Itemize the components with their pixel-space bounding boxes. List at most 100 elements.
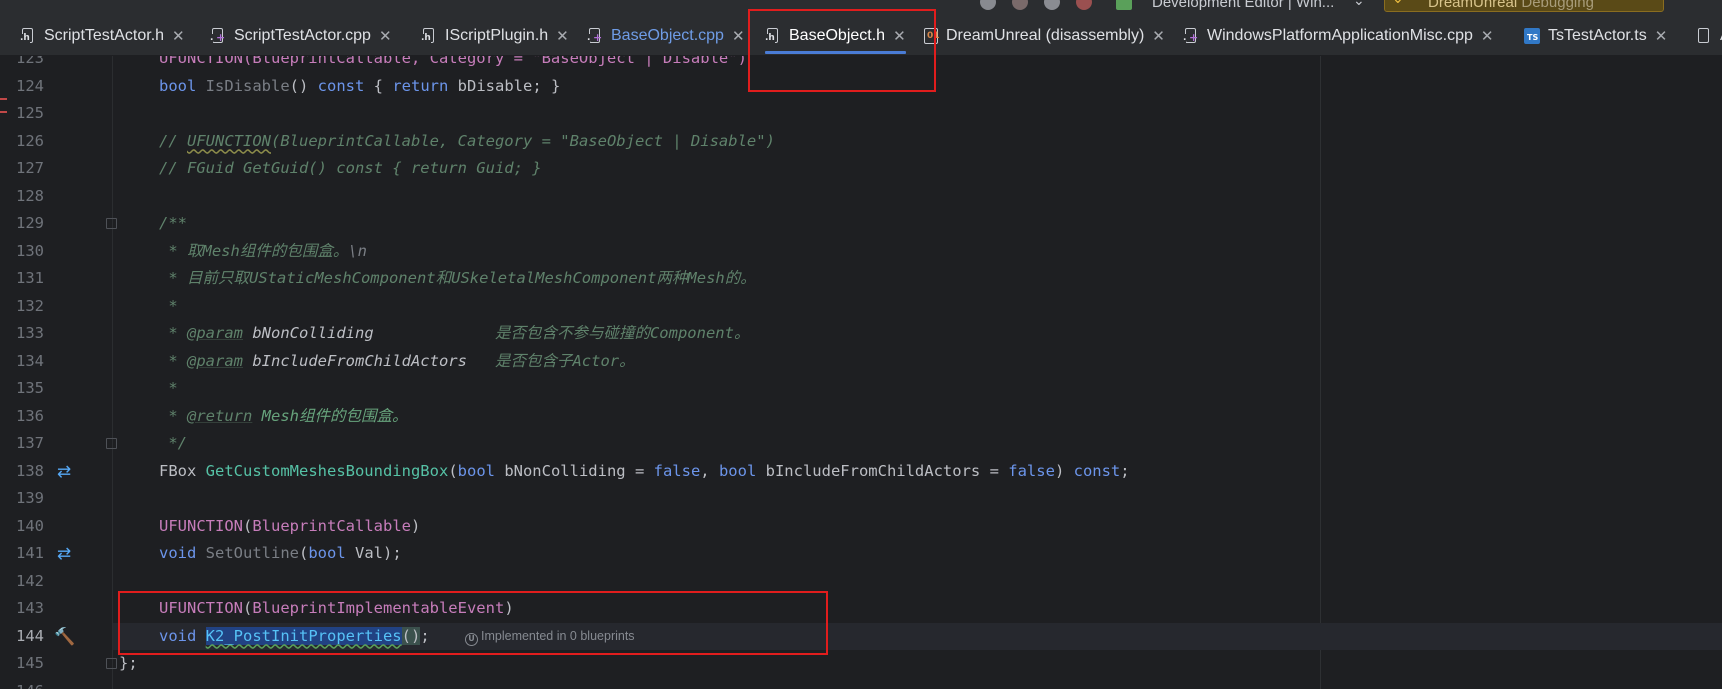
tab-windowsplatformapplicationmisc-cpp[interactable]: . + WindowsPlatformApplicationMisc.cpp ✕ (1183, 16, 1494, 55)
code-line: 146 (0, 678, 1722, 689)
tab-label: DreamUnreal (disassembly) (946, 27, 1145, 44)
line-number: 127 (16, 159, 44, 177)
line-number: 126 (16, 131, 44, 150)
tab-scripttestactor-cpp[interactable]: . + ScriptTestActor.cpp ✕ (210, 16, 392, 55)
line-number: 128 (16, 186, 44, 205)
fold-marker[interactable] (106, 438, 117, 449)
line-number: 142 (16, 571, 44, 590)
close-icon[interactable]: ✕ (1152, 27, 1165, 45)
code-text: // FGuid GetGuid() const { return Guid; … (159, 159, 542, 177)
line-number: 143 (16, 599, 44, 617)
close-icon[interactable]: ✕ (556, 27, 569, 45)
line-number: 145 (16, 654, 44, 672)
code-line: 127 // FGuid GetGuid() const { return Gu… (0, 155, 1722, 183)
code-text: * @param bNonColliding 是否包含不参与碰撞的Compone… (159, 324, 750, 342)
code-line: 138 ⇄ FBox GetCustomMeshesBoundingBox(bo… (0, 458, 1722, 486)
code-text: /** (159, 214, 187, 232)
tab-baseobject-cpp[interactable]: . + BaseObject.cpp ✕ (587, 16, 745, 55)
line-number: 125 (16, 104, 44, 122)
tab-dreamunreal-disassembly[interactable]: 01 DreamUnreal (disassembly) ✕ (924, 16, 1165, 55)
implements-icon[interactable]: ⇄ (54, 462, 74, 482)
code-line: 130 * 取Mesh组件的包围盒。\n (0, 238, 1722, 266)
hammer-icon[interactable]: 🔨 (54, 627, 75, 647)
profile-icon[interactable] (1044, 0, 1060, 10)
line-number: 137 (16, 434, 44, 452)
chevron-down-icon[interactable]: ⌄ (1353, 0, 1365, 9)
code-text: // UFUNCTION(BlueprintCallable, Category… (159, 131, 775, 150)
tab-label: ScriptTestActor.cpp (234, 27, 371, 44)
line-number: 135 (16, 379, 44, 397)
code-text: void SetOutline(bool Val); (159, 544, 402, 562)
ts-file-icon: TS (1524, 28, 1540, 44)
code-line: 129 /** (0, 210, 1722, 238)
tab-label: WindowsPlatformApplicationMisc.cpp (1207, 27, 1473, 44)
code-text: UFUNCTION(BlueprintCallable, Category = … (159, 56, 747, 67)
code-line: 140 UFUNCTION(BlueprintCallable) (0, 513, 1722, 541)
tab-label: IScriptPlugin.h (445, 27, 549, 44)
tab-tstestactor-ts[interactable]: TS TsTestActor.ts ✕ (1524, 16, 1668, 55)
line-number: 130 (16, 241, 44, 260)
h-file-icon: .h (20, 27, 36, 45)
code-text: bool IsDisable() const { return bDisable… (159, 76, 561, 95)
code-line: 125 (0, 100, 1722, 128)
close-icon[interactable]: ✕ (379, 27, 392, 45)
tab-label: BaseObject.cpp (611, 27, 724, 44)
close-icon[interactable]: ✕ (732, 27, 745, 45)
code-line: 141 ⇄ void SetOutline(bool Val); (0, 540, 1722, 568)
code-line: 126 // UFUNCTION(BlueprintCallable, Cate… (0, 128, 1722, 156)
build-config-selector[interactable]: Development Editor | Win... (1152, 0, 1334, 11)
line-number: 138 (16, 461, 44, 480)
implements-icon[interactable]: ⇄ (54, 544, 74, 564)
annotation-box-code (118, 591, 828, 655)
tab-label: ScriptTestActor.h (44, 27, 165, 44)
tab-scripttestactor-h[interactable]: .h ScriptTestActor.h ✕ (20, 16, 185, 55)
chevron-down-icon[interactable]: ⌄ (1392, 0, 1404, 7)
line-number: 141 (16, 544, 44, 562)
run-config-name: DreamUnreal (1428, 0, 1518, 11)
tab-label: TsTestActor.ts (1548, 27, 1647, 44)
code-line: 136 * @return Mesh组件的包围盒。 (0, 403, 1722, 431)
code-line: 128 (0, 183, 1722, 211)
close-icon[interactable]: ✕ (1655, 27, 1668, 45)
fold-marker[interactable] (106, 218, 117, 229)
line-number: 144 (16, 626, 44, 645)
close-icon[interactable]: ✕ (172, 27, 185, 45)
line-number: 132 (16, 296, 44, 315)
line-number: 134 (16, 351, 44, 370)
run-config-label: DreamUnreal Debugging (1428, 0, 1594, 11)
close-icon[interactable]: ✕ (1481, 27, 1494, 45)
tab-iscriptplugin-h[interactable]: .h IScriptPlugin.h ✕ (421, 16, 569, 55)
code-text: * @param bIncludeFromChildActors 是否包含子Ac… (159, 351, 635, 370)
stop-icon[interactable] (1076, 0, 1092, 10)
line-number: 129 (16, 214, 44, 232)
code-line: 139 (0, 485, 1722, 513)
code-line: 135 * (0, 375, 1722, 403)
code-text: */ (159, 434, 187, 452)
code-text: * 目前只取UStaticMeshComponent和USkeletalMesh… (159, 269, 756, 287)
h-file-icon: .h (421, 27, 437, 45)
code-text: * @return Mesh组件的包围盒。 (159, 406, 408, 425)
line-number: 136 (16, 406, 44, 425)
run-config-state: Debugging (1521, 0, 1594, 11)
line-number: 146 (0, 678, 44, 689)
code-text: * 取Mesh组件的包围盒。\n (159, 241, 367, 260)
code-line: 134 * @param bIncludeFromChildActors 是否包… (0, 348, 1722, 376)
line-number: 123 (16, 56, 44, 67)
cpp-file-icon: . + (1183, 27, 1199, 45)
code-line: 132 * (0, 293, 1722, 321)
bug-icon[interactable] (1012, 0, 1028, 10)
code-line: 133 * @param bNonColliding 是否包含不参与碰撞的Com… (0, 320, 1722, 348)
cpp-file-icon: . + (210, 27, 226, 45)
cpp-file-icon: . + (587, 27, 603, 45)
code-text: * (159, 379, 178, 397)
annotation-box-active-tab (748, 9, 936, 92)
line-number: 139 (16, 489, 44, 507)
build-hammer-icon[interactable] (1116, 0, 1132, 10)
file-icon (1696, 27, 1712, 45)
line-number: 140 (16, 516, 44, 535)
line-number: 124 (16, 76, 44, 95)
code-text: UFUNCTION(BlueprintCallable) (159, 516, 421, 535)
gear-icon[interactable] (980, 0, 996, 10)
tab-overflow[interactable]: A (1696, 16, 1722, 55)
fold-marker[interactable] (106, 658, 117, 669)
